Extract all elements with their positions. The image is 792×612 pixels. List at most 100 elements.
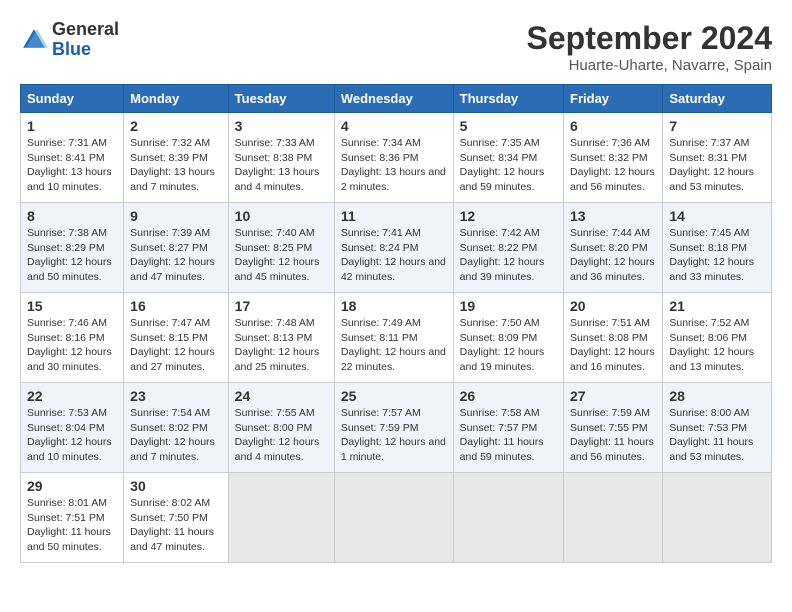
day-info: Sunrise: 7:55 AMSunset: 8:00 PMDaylight:… [235, 406, 328, 465]
day-number: 27 [570, 388, 656, 404]
day-info: Sunrise: 7:53 AMSunset: 8:04 PMDaylight:… [27, 406, 117, 465]
day-number: 28 [669, 388, 765, 404]
calendar-day [334, 473, 453, 563]
day-info: Sunrise: 7:54 AMSunset: 8:02 PMDaylight:… [130, 406, 222, 465]
calendar-day: 27 Sunrise: 7:59 AMSunset: 7:55 PMDayligh… [564, 383, 663, 473]
day-info: Sunrise: 7:58 AMSunset: 7:57 PMDaylight:… [460, 406, 557, 465]
page-header: General Blue September 2024 Huarte-Uhart… [20, 20, 772, 74]
calendar-header-row: SundayMondayTuesdayWednesdayThursdayFrid… [21, 85, 772, 113]
calendar-day: 9 Sunrise: 7:39 AMSunset: 8:27 PMDaylight… [124, 203, 229, 293]
day-number: 8 [27, 208, 117, 224]
calendar-day: 12 Sunrise: 7:42 AMSunset: 8:22 PMDayligh… [453, 203, 563, 293]
calendar-day: 24 Sunrise: 7:55 AMSunset: 8:00 PMDayligh… [228, 383, 334, 473]
calendar-day: 29 Sunrise: 8:01 AMSunset: 7:51 PMDayligh… [21, 473, 124, 563]
calendar-day: 4 Sunrise: 7:34 AMSunset: 8:36 PMDaylight… [334, 113, 453, 203]
day-number: 9 [130, 208, 222, 224]
day-number: 12 [460, 208, 557, 224]
calendar-day [663, 473, 772, 563]
logo-icon [20, 26, 48, 54]
calendar-day: 2 Sunrise: 7:32 AMSunset: 8:39 PMDaylight… [124, 113, 229, 203]
day-number: 1 [27, 118, 117, 134]
calendar-day: 20 Sunrise: 7:51 AMSunset: 8:08 PMDayligh… [564, 293, 663, 383]
day-info: Sunrise: 7:34 AMSunset: 8:36 PMDaylight:… [341, 136, 447, 195]
header-saturday: Saturday [663, 85, 772, 113]
day-number: 5 [460, 118, 557, 134]
day-number: 17 [235, 298, 328, 314]
calendar-week-row: 29 Sunrise: 8:01 AMSunset: 7:51 PMDayligh… [21, 473, 772, 563]
day-info: Sunrise: 7:32 AMSunset: 8:39 PMDaylight:… [130, 136, 222, 195]
calendar-day: 26 Sunrise: 7:58 AMSunset: 7:57 PMDayligh… [453, 383, 563, 473]
day-number: 30 [130, 478, 222, 494]
day-number: 11 [341, 208, 447, 224]
calendar-day: 11 Sunrise: 7:41 AMSunset: 8:24 PMDayligh… [334, 203, 453, 293]
day-number: 29 [27, 478, 117, 494]
day-number: 22 [27, 388, 117, 404]
day-info: Sunrise: 7:40 AMSunset: 8:25 PMDaylight:… [235, 226, 328, 285]
day-number: 25 [341, 388, 447, 404]
header-thursday: Thursday [453, 85, 563, 113]
day-number: 15 [27, 298, 117, 314]
calendar-day: 19Sunrise: 7:50 AMSunset: 8:09 PMDayligh… [453, 293, 563, 383]
header-tuesday: Tuesday [228, 85, 334, 113]
month-title: September 2024 [527, 20, 772, 57]
calendar-day: 10 Sunrise: 7:40 AMSunset: 8:25 PMDayligh… [228, 203, 334, 293]
day-info: Sunrise: 7:42 AMSunset: 8:22 PMDaylight:… [460, 226, 557, 285]
day-info: Sunrise: 7:49 AMSunset: 8:11 PMDaylight:… [341, 316, 447, 375]
calendar-week-row: 8 Sunrise: 7:38 AMSunset: 8:29 PMDaylight… [21, 203, 772, 293]
calendar-day: 17 Sunrise: 7:48 AMSunset: 8:13 PMDayligh… [228, 293, 334, 383]
calendar-day: 16 Sunrise: 7:47 AMSunset: 8:15 PMDayligh… [124, 293, 229, 383]
day-info: Sunrise: 7:57 AMSunset: 7:59 PMDaylight:… [341, 406, 447, 465]
day-info: Sunrise: 7:51 AMSunset: 8:08 PMDaylight:… [570, 316, 656, 375]
calendar-day: 7Sunrise: 7:37 AMSunset: 8:31 PMDaylight… [663, 113, 772, 203]
calendar-day: 25 Sunrise: 7:57 AMSunset: 7:59 PMDayligh… [334, 383, 453, 473]
day-number: 6 [570, 118, 656, 134]
logo: General Blue [20, 20, 119, 60]
day-number: 18 [341, 298, 447, 314]
title-block: September 2024 Huarte-Uharte, Navarre, S… [527, 20, 772, 74]
day-info: Sunrise: 7:47 AMSunset: 8:15 PMDaylight:… [130, 316, 222, 375]
day-number: 23 [130, 388, 222, 404]
day-info: Sunrise: 8:02 AMSunset: 7:50 PMDaylight:… [130, 496, 222, 555]
day-info: Sunrise: 7:59 AMSunset: 7:55 PMDaylight:… [570, 406, 656, 465]
day-info: Sunrise: 7:41 AMSunset: 8:24 PMDaylight:… [341, 226, 447, 285]
day-info: Sunrise: 7:52 AMSunset: 8:06 PMDaylight:… [669, 316, 765, 375]
day-info: Sunrise: 8:01 AMSunset: 7:51 PMDaylight:… [27, 496, 117, 555]
day-info: Sunrise: 7:31 AMSunset: 8:41 PMDaylight:… [27, 136, 117, 195]
calendar-day [564, 473, 663, 563]
day-number: 4 [341, 118, 447, 134]
day-number: 10 [235, 208, 328, 224]
calendar-day [453, 473, 563, 563]
day-number: 24 [235, 388, 328, 404]
day-number: 3 [235, 118, 328, 134]
day-info: Sunrise: 7:39 AMSunset: 8:27 PMDaylight:… [130, 226, 222, 285]
header-friday: Friday [564, 85, 663, 113]
calendar-day: 13Sunrise: 7:44 AMSunset: 8:20 PMDayligh… [564, 203, 663, 293]
calendar-day: 3 Sunrise: 7:33 AMSunset: 8:38 PMDaylight… [228, 113, 334, 203]
calendar-table: SundayMondayTuesdayWednesdayThursdayFrid… [20, 84, 772, 563]
day-info: Sunrise: 7:45 AMSunset: 8:18 PMDaylight:… [669, 226, 765, 285]
calendar-day: 6 Sunrise: 7:36 AMSunset: 8:32 PMDaylight… [564, 113, 663, 203]
calendar-day: 1 Sunrise: 7:31 AMSunset: 8:41 PMDaylight… [21, 113, 124, 203]
day-info: Sunrise: 7:46 AMSunset: 8:16 PMDaylight:… [27, 316, 117, 375]
day-info: Sunrise: 7:36 AMSunset: 8:32 PMDaylight:… [570, 136, 656, 195]
day-info: Sunrise: 7:35 AMSunset: 8:34 PMDaylight:… [460, 136, 557, 195]
day-number: 21 [669, 298, 765, 314]
day-number: 2 [130, 118, 222, 134]
location-subtitle: Huarte-Uharte, Navarre, Spain [527, 57, 772, 74]
day-number: 20 [570, 298, 656, 314]
header-wednesday: Wednesday [334, 85, 453, 113]
day-number: 7 [669, 118, 765, 134]
day-number: 16 [130, 298, 222, 314]
day-number: 26 [460, 388, 557, 404]
day-info: Sunrise: 7:33 AMSunset: 8:38 PMDaylight:… [235, 136, 328, 195]
calendar-day: 18 Sunrise: 7:49 AMSunset: 8:11 PMDayligh… [334, 293, 453, 383]
calendar-day: 5 Sunrise: 7:35 AMSunset: 8:34 PMDaylight… [453, 113, 563, 203]
day-info: Sunrise: 7:48 AMSunset: 8:13 PMDaylight:… [235, 316, 328, 375]
day-info: Sunrise: 7:38 AMSunset: 8:29 PMDaylight:… [27, 226, 117, 285]
header-sunday: Sunday [21, 85, 124, 113]
calendar-day: 14Sunrise: 7:45 AMSunset: 8:18 PMDayligh… [663, 203, 772, 293]
header-monday: Monday [124, 85, 229, 113]
calendar-day: 22 Sunrise: 7:53 AMSunset: 8:04 PMDayligh… [21, 383, 124, 473]
calendar-week-row: 22 Sunrise: 7:53 AMSunset: 8:04 PMDayligh… [21, 383, 772, 473]
day-info: Sunrise: 7:50 AMSunset: 8:09 PMDaylight:… [460, 316, 557, 375]
